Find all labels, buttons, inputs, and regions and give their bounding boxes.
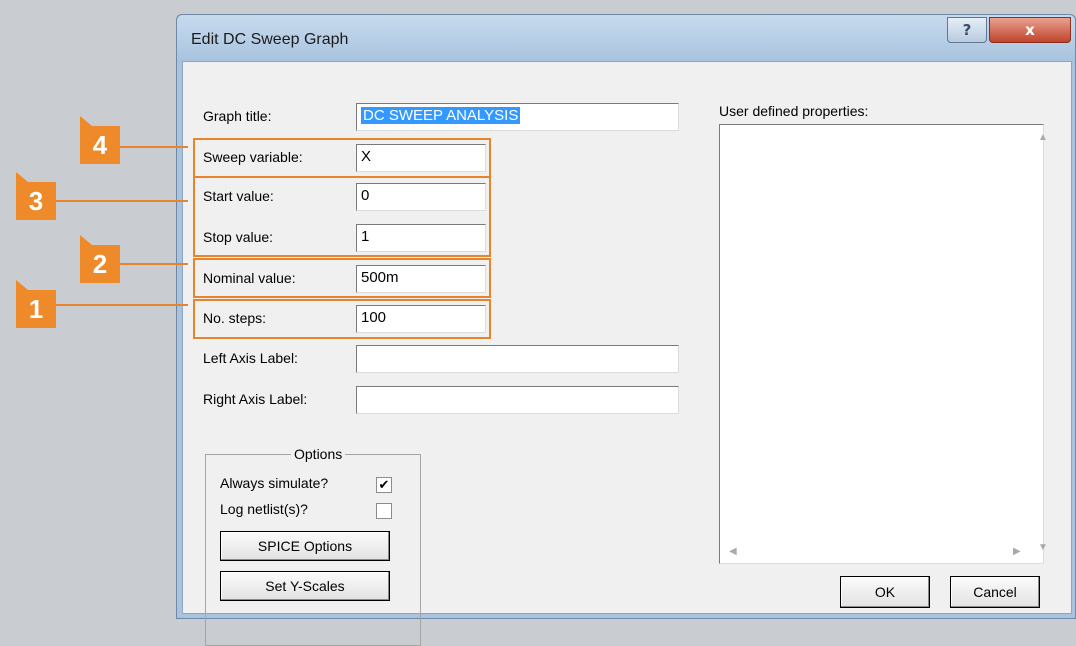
right-axis-label-label: Right Axis Label: xyxy=(203,391,308,407)
scroll-right-icon[interactable]: ▶ xyxy=(1013,546,1021,557)
help-button[interactable]: ? xyxy=(947,17,987,43)
always-simulate-label: Always simulate? xyxy=(220,475,329,491)
user-properties-textarea[interactable] xyxy=(719,124,1044,564)
graph-title-label: Graph title: xyxy=(203,108,272,124)
dialog-body: Graph title: DC SWEEP ANALYSIS Sweep var… xyxy=(182,61,1072,646)
cancel-button[interactable]: Cancel xyxy=(950,576,1040,608)
close-icon: x xyxy=(1025,21,1035,39)
highlight-box-3 xyxy=(193,176,491,257)
title-bar: Edit DC Sweep Graph ? x xyxy=(177,15,1075,61)
connector-2 xyxy=(120,263,188,265)
user-properties-label: User defined properties: xyxy=(719,103,869,119)
highlight-box-2 xyxy=(193,258,491,298)
dialog-window: Edit DC Sweep Graph ? x Graph title: DC … xyxy=(176,14,1076,646)
connector-4 xyxy=(120,146,188,148)
check-icon: ✔ xyxy=(378,477,390,492)
log-netlists-label: Log netlist(s)? xyxy=(220,501,308,517)
scroll-down-icon[interactable]: ▼ xyxy=(1038,542,1048,553)
graph-title-value: DC SWEEP ANALYSIS xyxy=(361,107,521,124)
ok-button[interactable]: OK xyxy=(840,576,930,608)
close-button[interactable]: x xyxy=(989,17,1071,43)
callout-1: 1 xyxy=(16,280,56,328)
scroll-left-icon[interactable]: ◀ xyxy=(729,546,737,557)
scroll-up-icon[interactable]: ▲ xyxy=(1038,132,1048,143)
window-title: Edit DC Sweep Graph xyxy=(191,31,349,48)
right-axis-label-input[interactable] xyxy=(356,386,679,414)
connector-3 xyxy=(56,200,188,202)
set-y-scales-button[interactable]: Set Y-Scales xyxy=(220,571,390,601)
options-title: Options xyxy=(291,446,346,462)
connector-1 xyxy=(56,304,188,306)
highlight-box-4 xyxy=(193,138,491,178)
left-axis-label-input[interactable] xyxy=(356,345,679,373)
callout-4: 4 xyxy=(80,116,120,164)
graph-title-input[interactable]: DC SWEEP ANALYSIS xyxy=(356,103,679,131)
callout-3: 3 xyxy=(16,172,56,220)
options-group: Options Always simulate? ✔ Log netlist(s… xyxy=(205,446,421,646)
callout-2: 2 xyxy=(80,235,120,283)
left-axis-label-label: Left Axis Label: xyxy=(203,350,298,366)
log-netlists-checkbox[interactable] xyxy=(376,503,392,519)
highlight-box-1 xyxy=(193,299,491,339)
spice-options-button[interactable]: SPICE Options xyxy=(220,531,390,561)
always-simulate-checkbox[interactable]: ✔ xyxy=(376,477,392,493)
help-icon: ? xyxy=(962,21,972,39)
